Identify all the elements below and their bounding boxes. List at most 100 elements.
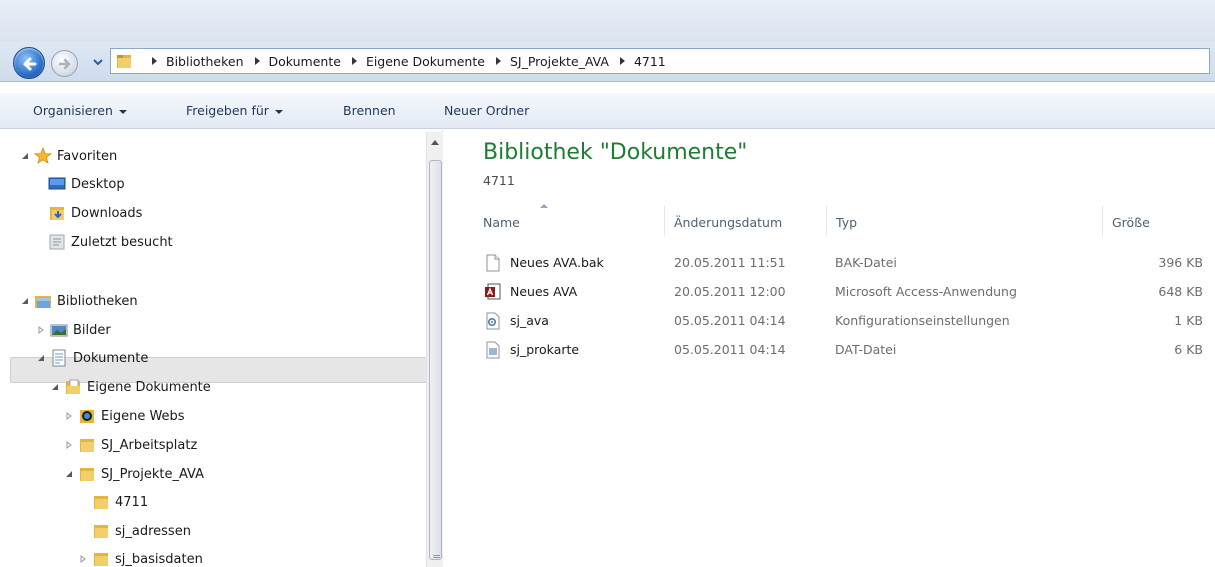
grip-line (433, 555, 440, 556)
new-folder-label: Neuer Ordner (444, 103, 530, 118)
expand-arrow-icon[interactable] (37, 326, 45, 334)
expand-arrow-icon[interactable] (65, 412, 73, 420)
tree-item-libraries[interactable]: Bibliotheken (20, 289, 138, 313)
tree-item-label: Desktop (71, 176, 125, 192)
file-modified: 20.05.2011 11:51 (674, 255, 786, 270)
file-name: sj_ava (510, 313, 549, 328)
tree-item-workspace[interactable]: SJ_Arbeitsplatz (64, 433, 197, 457)
back-arrow-icon (23, 57, 37, 71)
file-size: 6 KB (1174, 342, 1203, 357)
file-row[interactable]: sj_ava 05.05.2011 04:14 Konfigurationsei… (476, 306, 1211, 335)
file-name-cell: Neues AVA.bak (484, 248, 604, 277)
tree-item-label: SJ_Projekte_AVA (101, 466, 204, 482)
column-divider[interactable] (1102, 206, 1103, 236)
tree-item-projects[interactable]: SJ_Projekte_AVA (64, 462, 204, 486)
desktop-icon (48, 177, 66, 190)
tree-item-documents[interactable]: Dokumente (36, 346, 148, 370)
breadcrumb-separator-icon[interactable] (254, 57, 260, 65)
column-divider[interactable] (826, 206, 827, 236)
expand-arrow-icon[interactable] (79, 555, 87, 563)
dropdown-arrow-icon (274, 109, 283, 114)
folder-icon (94, 525, 108, 538)
file-row[interactable]: Neues AVA.bak 20.05.2011 11:51 BAK-Datei… (476, 248, 1211, 277)
file-name: Neues AVA.bak (510, 255, 604, 270)
tree-item-pictures[interactable]: Bilder (36, 318, 111, 342)
star-icon (34, 147, 52, 164)
folder-icon (80, 468, 94, 481)
tree-item-my-documents[interactable]: Eigene Dokumente (50, 375, 211, 399)
column-header-type[interactable]: Typ (836, 208, 857, 238)
column-header-name[interactable]: Name (483, 208, 520, 238)
file-name-cell: Neues AVA (484, 277, 577, 306)
breadcrumb-separator-icon[interactable] (152, 57, 157, 65)
tree-item-label: Downloads (71, 205, 143, 221)
tree-item-favorites[interactable]: Favoriten (20, 144, 117, 168)
tree-item-label: Eigene Webs (101, 408, 185, 424)
folder-icon (80, 439, 94, 452)
burn-label: Brennen (343, 103, 396, 118)
access-file-icon (485, 283, 501, 299)
file-modified: 05.05.2011 04:14 (674, 313, 786, 328)
file-row[interactable]: sj_prokarte 05.05.2011 04:14 DAT-Datei 6… (476, 335, 1211, 364)
file-type: Konfigurationseinstellungen (835, 313, 1010, 328)
forward-arrow-icon (58, 58, 71, 70)
file-name: Neues AVA (510, 284, 578, 299)
breadcrumb-separator-icon[interactable] (351, 57, 357, 65)
breadcrumb-separator-icon[interactable] (495, 57, 501, 65)
file-row[interactable]: Neues AVA 20.05.2011 12:00 Microsoft Acc… (476, 277, 1211, 306)
tree-item-label: sj_adressen (115, 523, 191, 539)
collapse-arrow-icon[interactable] (65, 470, 73, 478)
documents-library-icon (52, 349, 66, 367)
libraries-icon (35, 296, 51, 308)
column-divider[interactable] (664, 206, 665, 236)
web-folder-icon (80, 410, 94, 423)
folder-icon (94, 553, 108, 566)
tree-item-addresses[interactable]: sj_adressen (92, 519, 191, 543)
tree-item-basedata[interactable]: sj_basisdaten (78, 547, 203, 567)
share-button[interactable]: Freigeben für (186, 93, 283, 129)
breadcrumb-sj-projekte-ava[interactable]: SJ_Projekte_AVA (510, 54, 609, 69)
column-header-size[interactable]: Größe (1112, 208, 1150, 238)
tree-item-recent[interactable]: Zuletzt besucht (48, 230, 173, 254)
file-type: BAK-Datei (835, 255, 897, 270)
scroll-up-arrow-icon[interactable] (431, 140, 439, 145)
folder-icon (117, 55, 131, 68)
collapse-arrow-icon[interactable] (51, 383, 59, 391)
tree-item-label: Dokumente (73, 350, 149, 366)
file-name-cell: sj_ava (484, 306, 549, 335)
expand-arrow-icon[interactable] (65, 441, 73, 449)
tree-item-label: Favoriten (57, 148, 118, 164)
tree-item-label: Bibliotheken (57, 293, 138, 309)
scrollbar-thumb[interactable] (429, 160, 442, 560)
breadcrumb-dokumente[interactable]: Dokumente (269, 54, 341, 69)
sort-ascending-icon (540, 204, 548, 208)
file-modified: 20.05.2011 12:00 (674, 284, 786, 299)
back-button[interactable] (13, 47, 45, 79)
file-size: 1 KB (1174, 313, 1203, 328)
column-header-modified[interactable]: Änderungsdatum (674, 208, 782, 238)
file-name-cell: sj_prokarte (484, 335, 579, 364)
forward-button[interactable] (51, 50, 78, 77)
tree-item-my-webs[interactable]: Eigene Webs (64, 404, 185, 428)
tree-item-label: sj_basisdaten (115, 551, 203, 567)
breadcrumb-separator-icon[interactable] (619, 57, 625, 65)
tree-item-label: 4711 (115, 494, 149, 510)
breadcrumb-4711[interactable]: 4711 (634, 54, 666, 69)
tree-item-desktop[interactable]: Desktop (48, 172, 125, 196)
command-bar: Organisieren Freigeben für Brennen Neuer… (0, 92, 1215, 129)
address-bar[interactable]: Bibliotheken Dokumente Eigene Dokumente … (110, 48, 1210, 74)
new-folder-button[interactable]: Neuer Ordner (444, 93, 529, 129)
organize-button[interactable]: Organisieren (33, 93, 127, 129)
burn-button[interactable]: Brennen (343, 93, 396, 129)
tree-item-downloads[interactable]: Downloads (48, 201, 142, 225)
tree-item-4711-selected[interactable]: 4711 (92, 490, 148, 514)
downloads-folder-icon (50, 207, 64, 220)
collapse-arrow-icon[interactable] (21, 297, 29, 305)
collapse-arrow-icon[interactable] (21, 152, 29, 160)
collapse-arrow-icon[interactable] (37, 354, 45, 362)
breadcrumb-eigene-dokumente[interactable]: Eigene Dokumente (366, 54, 485, 69)
breadcrumb-bibliotheken[interactable]: Bibliotheken (166, 54, 244, 69)
navigation-scrollbar[interactable] (426, 132, 443, 567)
recent-pages-chevron-icon[interactable] (92, 57, 104, 67)
file-size: 396 KB (1158, 255, 1203, 270)
